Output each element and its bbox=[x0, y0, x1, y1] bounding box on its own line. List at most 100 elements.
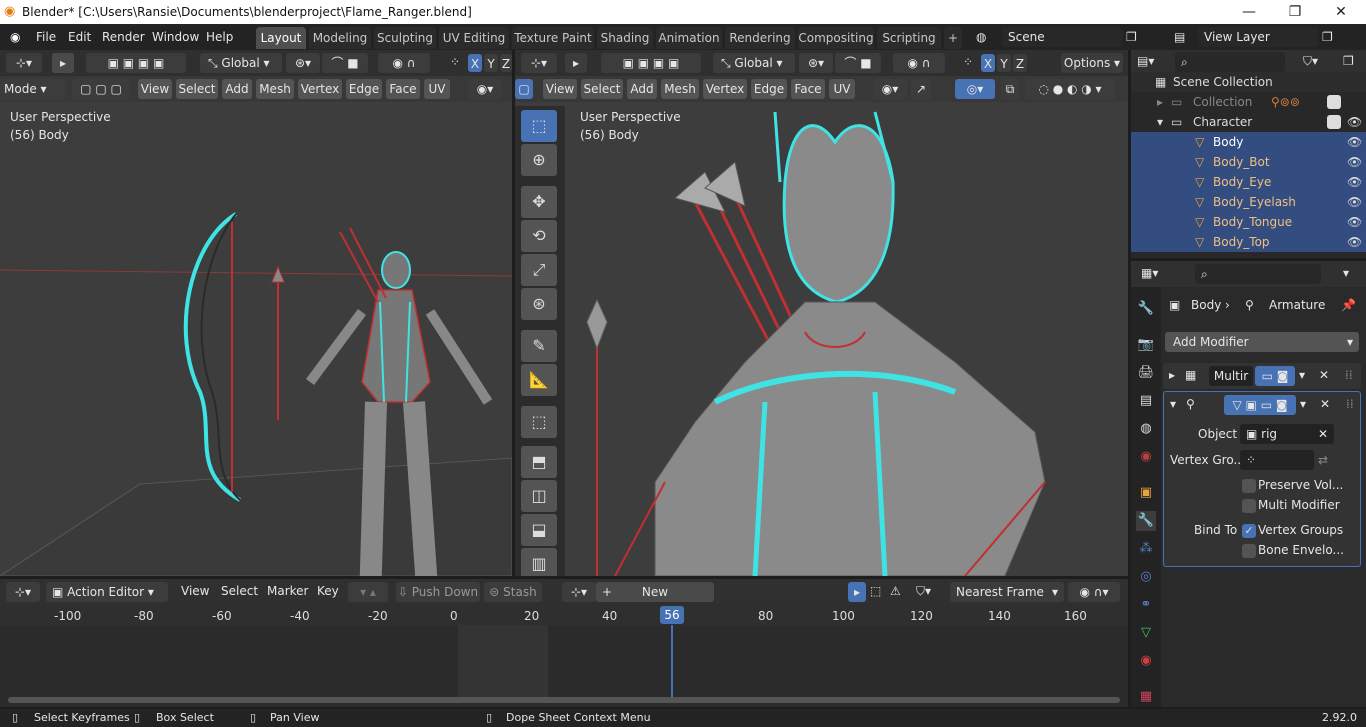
filter-icon[interactable]: ⛉▾ bbox=[916, 584, 931, 599]
measure-tool-icon[interactable]: 📐 bbox=[521, 364, 557, 396]
constraints-tab-icon[interactable]: ⚭ bbox=[1136, 595, 1156, 615]
cursor-tool-icon[interactable]: ⊕ bbox=[521, 144, 557, 176]
vertex-groups-checkbox[interactable]: ✓ bbox=[1242, 524, 1256, 538]
right-menu-face[interactable]: Face bbox=[791, 79, 825, 99]
multires-display-toggle[interactable]: ▭ ◙ bbox=[1255, 366, 1295, 386]
right-axis-x-toggle[interactable]: X bbox=[981, 54, 995, 72]
properties-search-input[interactable]: ⌕ bbox=[1195, 264, 1321, 284]
outliner-row-scene-collection[interactable]: ▦ Scene Collection bbox=[1131, 72, 1366, 92]
hidden-icon[interactable]: ⬚ bbox=[870, 584, 881, 598]
tab-compositing[interactable]: Compositing bbox=[798, 27, 874, 49]
collapse-arrow-icon[interactable]: ▾ bbox=[1170, 397, 1176, 411]
options-dropdown[interactable]: Options ▾ bbox=[1061, 53, 1123, 73]
left-menu-view[interactable]: View bbox=[138, 79, 172, 99]
left-3d-viewport[interactable]: ⊹▾ ▸ ▣ ▣ ▣ ▣ ⤡ Global ▾ ⊛▾ ⌒ ■ ◉ ∩ ⁘ X Y… bbox=[0, 50, 512, 576]
overlay-icon[interactable]: ◎▾ bbox=[955, 79, 995, 99]
vertex-edge-face-select[interactable]: ▢ ▢ ▢ bbox=[72, 79, 130, 99]
right-menu-add[interactable]: Add bbox=[627, 79, 657, 99]
modifier-tab-icon[interactable]: 🔧 bbox=[1136, 511, 1156, 531]
menu-render[interactable]: Render bbox=[102, 28, 145, 46]
left-menu-add[interactable]: Add bbox=[222, 79, 252, 99]
left-menu-edge[interactable]: Edge bbox=[346, 79, 382, 99]
eye-icon[interactable]: 👁 bbox=[1347, 212, 1362, 232]
new-scene-icon[interactable]: ❐ bbox=[1126, 28, 1137, 46]
select-tool-icon[interactable]: ▸ bbox=[52, 53, 74, 73]
left-menu-mesh[interactable]: Mesh bbox=[256, 79, 294, 99]
outliner-row-collection[interactable]: ▸ ▭ Collection ⚲⊚⊚ bbox=[1131, 92, 1366, 112]
scene-icon[interactable]: ◍ bbox=[976, 28, 986, 46]
right-orientation-dropdown[interactable]: ⤡ Global ▾ bbox=[713, 53, 795, 73]
outliner-search-input[interactable]: ⌕ bbox=[1175, 52, 1285, 72]
eye-icon[interactable]: 👁 bbox=[1347, 112, 1362, 132]
physics-tab-icon[interactable]: ◎ bbox=[1136, 567, 1156, 587]
preserve-volume-checkbox[interactable] bbox=[1242, 479, 1256, 493]
right-pivot-icon[interactable]: ⊛▾ bbox=[799, 53, 833, 73]
proportional-icon[interactable]: ◉ ∩ bbox=[378, 53, 430, 73]
current-frame-badge[interactable]: 56 bbox=[660, 606, 684, 624]
editor-type-icon[interactable]: ⊹▾ bbox=[6, 53, 42, 73]
mirror-icon[interactable]: ⁘ bbox=[450, 55, 460, 69]
timeline-menu-view[interactable]: View bbox=[181, 584, 209, 598]
eye-icon[interactable]: 👁 bbox=[1347, 192, 1362, 212]
scene-selector[interactable]: Scene bbox=[1002, 27, 1122, 47]
annotate-tool-icon[interactable]: ✎ bbox=[521, 330, 557, 362]
character-checkbox[interactable] bbox=[1327, 115, 1341, 129]
eye-icon[interactable]: 👁 bbox=[1347, 132, 1362, 152]
timeline-menu-select[interactable]: Select bbox=[221, 584, 258, 598]
gizmo-icon[interactable]: ↗ bbox=[911, 79, 931, 99]
snap-mode-dropdown[interactable]: Nearest Frame ▾ bbox=[950, 582, 1064, 602]
left-menu-face[interactable]: Face bbox=[386, 79, 420, 99]
orientation-dropdown[interactable]: ⤡ Global ▾ bbox=[200, 53, 282, 73]
drag-handle-icon[interactable]: ⁞⁞ bbox=[1345, 368, 1353, 382]
bevel-tool-icon[interactable]: ⬓ bbox=[521, 514, 557, 546]
maximize-button[interactable]: ❐ bbox=[1272, 0, 1318, 24]
right-visibility-icon[interactable]: ◉▾ bbox=[873, 79, 907, 99]
multires-menu-icon[interactable]: ▾ bbox=[1299, 368, 1305, 382]
outliner-row-body-eye[interactable]: ▽ Body_Eye 👁 bbox=[1131, 172, 1366, 192]
outliner-row-body[interactable]: ▽ Body 👁 bbox=[1131, 132, 1366, 152]
armature-remove-icon[interactable]: ✕ bbox=[1320, 397, 1330, 411]
expand-arrow-icon[interactable]: ▾ bbox=[1157, 112, 1163, 132]
loop-cut-tool-icon[interactable]: ▥ bbox=[521, 548, 557, 576]
left-menu-uv[interactable]: UV bbox=[424, 79, 450, 99]
right-mirror-icon[interactable]: ⁘ bbox=[963, 55, 973, 69]
left-menu-select[interactable]: Select bbox=[176, 79, 218, 99]
only-selected-icon[interactable]: ▸ bbox=[848, 582, 866, 602]
pin-icon[interactable]: 📌 bbox=[1341, 298, 1356, 312]
blender-menu-icon[interactable]: ◉ bbox=[10, 28, 20, 46]
invert-icon[interactable]: ⇄ bbox=[1318, 453, 1328, 467]
right-editor-type-icon[interactable]: ⊹▾ bbox=[521, 53, 557, 73]
add-workspace-button[interactable]: + bbox=[944, 27, 962, 49]
axis-x-toggle[interactable]: X bbox=[468, 54, 482, 72]
add-cube-tool-icon[interactable]: ⬚ bbox=[521, 406, 557, 438]
layer-arrows-icon[interactable]: ▾ ▴ bbox=[348, 582, 388, 602]
left-menu-vertex[interactable]: Vertex bbox=[298, 79, 342, 99]
left-visibility-icon[interactable]: ◉▾ bbox=[468, 79, 502, 99]
view-layer-icon[interactable]: ▤ bbox=[1174, 28, 1185, 46]
material-tab-icon[interactable]: ◉ bbox=[1136, 651, 1156, 671]
drag-handle-icon[interactable]: ⁞⁞ bbox=[1346, 397, 1354, 411]
select-mode-icons[interactable]: ▣ ▣ ▣ ▣ bbox=[86, 53, 186, 73]
new-view-layer-icon[interactable]: ❐ bbox=[1322, 28, 1333, 46]
multires-name-field[interactable]: Multir bbox=[1209, 366, 1253, 386]
particles-tab-icon[interactable]: ⁂ bbox=[1136, 539, 1156, 559]
outliner-filter-icon[interactable]: ⛉▾ bbox=[1303, 54, 1318, 69]
timeline-menu-marker[interactable]: Marker bbox=[267, 584, 308, 598]
tab-sculpting[interactable]: Sculpting bbox=[374, 27, 436, 49]
object-tab-icon[interactable]: ▣ bbox=[1136, 483, 1156, 503]
axis-y-toggle[interactable]: Y bbox=[484, 54, 498, 72]
texture-tab-icon[interactable]: ▦ bbox=[1136, 687, 1156, 707]
playhead-line[interactable] bbox=[671, 625, 673, 697]
add-modifier-dropdown[interactable]: Add Modifier ▾ bbox=[1165, 332, 1359, 352]
action-editor-dropdown[interactable]: ▣ Action Editor ▾ bbox=[46, 582, 168, 602]
tab-modeling[interactable]: Modeling bbox=[309, 27, 371, 49]
eye-icon[interactable]: 👁 bbox=[1347, 152, 1362, 172]
right-menu-mesh[interactable]: Mesh bbox=[661, 79, 699, 99]
timeline-scrollbar[interactable] bbox=[8, 697, 1120, 703]
rotate-tool-icon[interactable]: ⟲ bbox=[521, 220, 557, 252]
menu-window[interactable]: Window bbox=[152, 28, 199, 46]
outliner-new-collection-icon[interactable]: ❐ bbox=[1343, 54, 1354, 68]
right-menu-view[interactable]: View bbox=[543, 79, 577, 99]
clear-icon[interactable]: ✕ bbox=[1318, 424, 1328, 444]
scale-tool-icon[interactable]: ⤢ bbox=[521, 254, 557, 286]
